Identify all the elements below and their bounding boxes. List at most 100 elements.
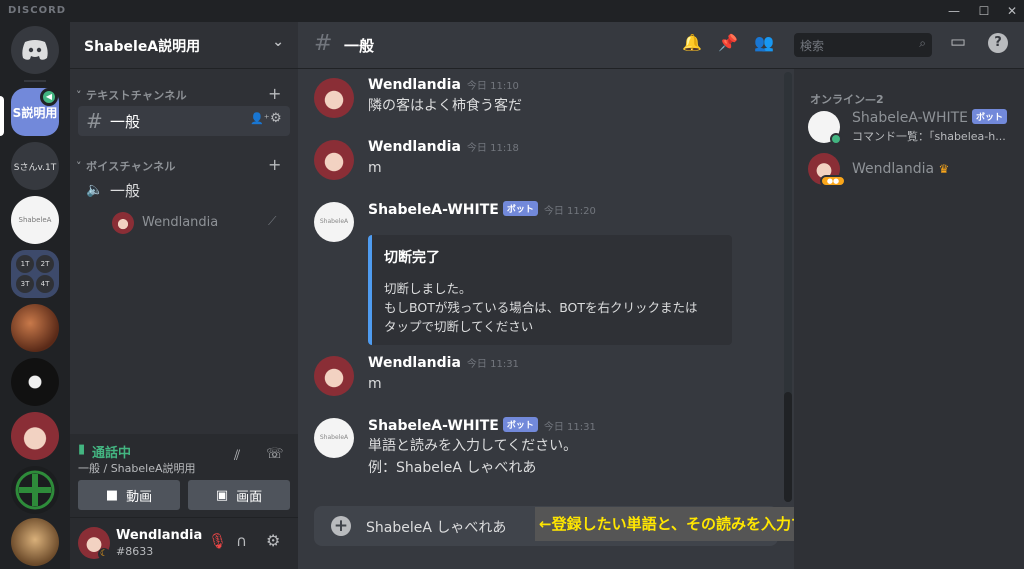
hash-icon: #	[314, 31, 333, 56]
hash-icon: #	[86, 109, 103, 133]
maximize-button[interactable]: ☐	[974, 2, 994, 20]
scrollbar-thumb[interactable]	[784, 392, 792, 502]
discord-wordmark: DISCORD	[8, 5, 67, 16]
username: Wendlandia	[116, 528, 203, 543]
author-name[interactable]: ShabeleA-WHITE	[368, 202, 499, 218]
guild-header[interactable]: ShabeleA説明用 ⌄	[70, 22, 298, 69]
server-dog[interactable]	[11, 518, 59, 566]
bot-badge: ボット	[502, 201, 538, 216]
message-header: Wendlandia 今日 11:31	[368, 355, 519, 371]
member-item[interactable]: ShabeleA-WHITE ボット コマンド一覧：「shabelea-h...	[808, 109, 1018, 149]
user-tag: #8633	[116, 545, 154, 558]
voice-member[interactable]: Wendlandia ⟋	[112, 212, 282, 236]
idle-status-icon: ☾	[98, 548, 110, 560]
server-folder[interactable]: 1T 2T 3T 4T	[11, 250, 59, 298]
members-icon[interactable]: 👥	[754, 33, 774, 52]
message-text: 例：ShabeleA しゃべれあ	[368, 460, 537, 476]
embed-line: 切断しました。	[384, 281, 472, 296]
channel-ippan[interactable]: # 一般 👤⁺ ⚙	[78, 106, 290, 136]
muted-mic-icon: ⟋	[268, 214, 277, 228]
server-rail: S説明用 ◀ Sさんv.1T ShabeleA 1T 2T 3T 4T	[0, 22, 70, 569]
disconnect-icon[interactable]: ☏	[266, 446, 284, 462]
server-green-emblem[interactable]	[11, 466, 59, 514]
server-s-san[interactable]: Sさんv.1T	[11, 142, 59, 190]
category-label: テキストチャンネル	[85, 89, 187, 102]
pin-icon[interactable]: 📌	[718, 33, 738, 52]
noise-suppression-icon[interactable]: ⫽	[234, 448, 240, 464]
message-text: 単語と読みを入力してください。	[368, 438, 578, 454]
server-dark-face[interactable]	[11, 358, 59, 406]
timestamp: 今日 11:31	[466, 359, 519, 370]
title-bar: DISCORD — ☐ ✕	[0, 0, 1024, 22]
voice-category[interactable]: ˅ ボイスチャンネル +	[76, 155, 288, 174]
server-shabelea[interactable]: ShabeleA	[11, 196, 59, 244]
screen-label: 画面	[236, 489, 263, 505]
avatar[interactable]	[314, 140, 354, 180]
text-category[interactable]: ˅ テキストチャンネル +	[76, 84, 288, 103]
avatar[interactable]	[314, 356, 354, 396]
embed-title: 切断完了	[384, 250, 440, 266]
message-text: 隣の客はよく柿食う客だ	[368, 98, 522, 114]
avatar[interactable]: ShabeleA	[314, 202, 354, 242]
video-label: 動画	[126, 489, 153, 505]
channel-name: 一般	[110, 112, 141, 131]
bot-badge: ボット	[502, 417, 538, 432]
video-button[interactable]: ■ 動画	[78, 480, 180, 510]
signal-icon: ▮	[78, 442, 86, 457]
attach-plus-icon[interactable]: +	[331, 516, 351, 536]
bell-icon[interactable]: 🔔	[682, 33, 702, 52]
voice-member-name: Wendlandia	[142, 215, 219, 230]
member-item[interactable]: ●● Wendlandia ♛	[808, 153, 1018, 193]
member-name-text: Wendlandia	[852, 161, 935, 177]
server-wendlandia[interactable]	[11, 412, 59, 460]
author-name[interactable]: Wendlandia	[368, 355, 461, 371]
speaker-icon: 🔈	[86, 182, 104, 198]
search-input[interactable]: 検索 ⌕	[794, 33, 932, 57]
timestamp: 今日 11:20	[543, 206, 596, 217]
avatar[interactable]	[314, 78, 354, 118]
server-label: S説明用	[12, 105, 58, 120]
server-logo-text: ShabeleA	[18, 216, 52, 224]
guild-name: ShabeleA説明用	[84, 39, 201, 55]
member-name: Wendlandia ♛	[852, 161, 949, 177]
minimize-button[interactable]: —	[944, 2, 964, 20]
embed-line: タップで切断してください	[384, 319, 534, 334]
mute-icon[interactable]: 🎙	[208, 532, 227, 550]
screen-share-button[interactable]: ▣ 画面	[188, 480, 290, 510]
message-text: m	[368, 160, 382, 176]
user-panel: ☾ Wendlandia #8633 🎙 ∩ ⚙	[70, 518, 298, 569]
emblem-icon	[15, 470, 55, 510]
settings-gear-icon[interactable]: ⚙	[266, 531, 280, 550]
home-button[interactable]	[11, 26, 59, 74]
help-icon[interactable]: ?	[988, 33, 1008, 53]
active-server-pill	[0, 96, 4, 136]
avatar[interactable]: ShabeleA	[314, 418, 354, 458]
voice-channel-ippan[interactable]: 🔈 一般	[78, 175, 290, 205]
folder-server-2: 2T	[36, 255, 54, 273]
camera-icon: ■	[105, 487, 119, 503]
author-name[interactable]: ShabeleA-WHITE	[368, 418, 499, 434]
member-name: ShabeleA-WHITE ボット	[852, 109, 1008, 126]
voice-location[interactable]: 一般 / ShabeleA説明用	[78, 460, 196, 476]
member-name-text: ShabeleA-WHITE	[852, 110, 968, 126]
author-name[interactable]: Wendlandia	[368, 77, 461, 93]
search-placeholder: 検索	[800, 39, 825, 53]
channel-sidebar: ShabeleA説明用 ⌄ ˅ テキストチャンネル + # 一般 👤⁺ ⚙ ˅ …	[70, 22, 298, 569]
message-header: Wendlandia 今日 11:18	[368, 139, 519, 155]
author-name[interactable]: Wendlandia	[368, 139, 461, 155]
gear-icon[interactable]: ⚙	[270, 111, 282, 126]
inbox-icon[interactable]: ▭	[950, 32, 966, 52]
streaming-status-icon: ●●	[820, 175, 846, 187]
add-channel-icon[interactable]: +	[268, 84, 282, 103]
headphones-icon[interactable]: ∩	[236, 532, 247, 550]
server-creature[interactable]	[11, 304, 59, 352]
message-header: ShabeleA-WHITE ボット 今日 11:20	[368, 201, 596, 218]
add-channel-icon[interactable]: +	[268, 155, 282, 174]
message-header: ShabeleA-WHITE ボット 今日 11:31	[368, 417, 596, 434]
speaker-icon: ◀	[40, 88, 58, 106]
folder-server-4: 4T	[36, 275, 54, 293]
chevron-down-icon[interactable]: ⌄	[272, 34, 284, 50]
close-window-button[interactable]: ✕	[1002, 2, 1022, 20]
voice-state: 通話中	[92, 446, 132, 461]
invite-icon[interactable]: 👤⁺	[250, 112, 270, 125]
